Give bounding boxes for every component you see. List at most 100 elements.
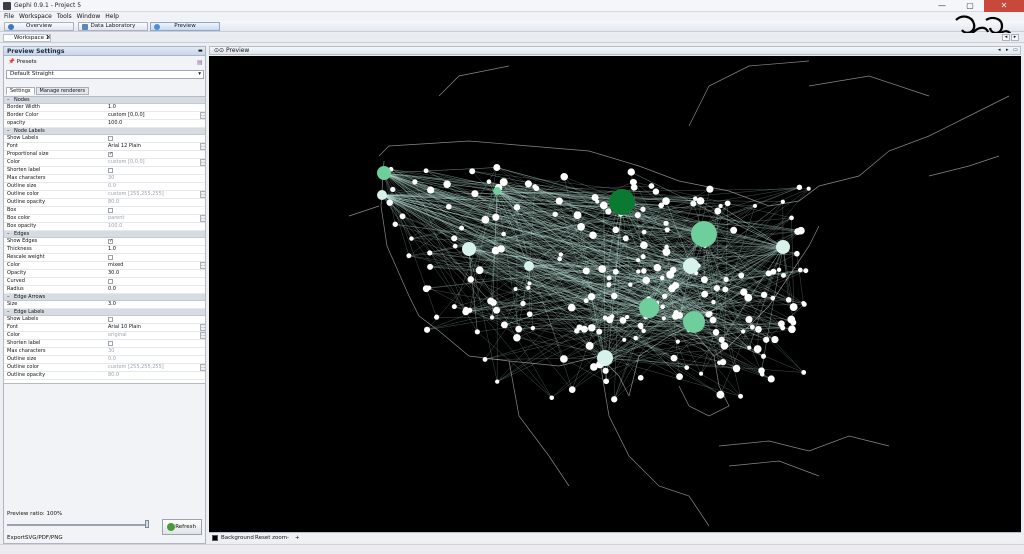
property-value[interactable]: 100.0 (108, 120, 202, 127)
property-value[interactable]: 30.0 (108, 270, 202, 277)
preview-next-icon[interactable]: ▸ (1006, 47, 1009, 53)
refresh-button[interactable]: Refresh (162, 519, 202, 535)
property-editor-button[interactable]: … (200, 191, 205, 198)
property-editor-button[interactable]: … (200, 215, 205, 222)
export-formats-link[interactable]: SVG/PDF/PNG (25, 535, 63, 541)
preview-ratio-slider-thumb[interactable] (145, 520, 149, 528)
preview-prev-icon[interactable]: ◂ (998, 47, 1001, 53)
property-row[interactable]: Curved (4, 278, 205, 286)
property-row[interactable]: Border Color custom [0,0,0]… (4, 112, 205, 120)
tab-overview[interactable]: Overview (4, 22, 74, 31)
property-editor-button[interactable]: … (200, 159, 205, 166)
property-value[interactable]: 0.0 (108, 356, 202, 363)
property-editor-button[interactable]: … (200, 262, 205, 269)
property-row[interactable]: opacity 100.0 (4, 120, 205, 128)
close-button[interactable]: ✕ (984, 0, 1024, 12)
property-row[interactable]: Outline opacity 80.0 (4, 199, 205, 207)
menu-tools[interactable]: Tools (57, 12, 72, 21)
property-checkbox[interactable] (108, 341, 113, 346)
preview-canvas[interactable] (209, 56, 1021, 532)
preset-select[interactable]: Default Straight ▾ (6, 70, 204, 79)
property-value[interactable]: mixed (108, 262, 202, 269)
workspace-next-button[interactable]: ▸ (1011, 34, 1019, 41)
property-value[interactable]: 0.0 (108, 183, 202, 190)
property-row[interactable]: Size 3.0 (4, 301, 205, 309)
maximize-button[interactable]: ▢ (956, 0, 984, 12)
property-row[interactable]: Outline size 0.0 (4, 183, 205, 191)
property-row[interactable]: Opacity 30.0 (4, 270, 205, 278)
tab-settings[interactable]: Settings (6, 87, 35, 95)
presets-row[interactable]: 📌 Presets (8, 59, 37, 65)
tab-data-laboratory[interactable]: Data Laboratory (78, 22, 148, 31)
property-row[interactable]: Show Labels (4, 135, 205, 143)
property-value[interactable]: Arial 10 Plain (108, 324, 202, 331)
tab-preview-window[interactable]: ⊙⊙ Preview (211, 47, 249, 55)
property-value[interactable]: Arial 12 Plain (108, 143, 202, 150)
property-row[interactable]: Radius 0.0 (4, 286, 205, 294)
tab-manage-renderers[interactable]: Manage renderers (35, 87, 90, 95)
property-row[interactable]: Shorten label (4, 340, 205, 348)
property-row[interactable]: Max characters 30 (4, 175, 205, 183)
property-row[interactable]: Color custom [0,0,0]… (4, 159, 205, 167)
property-value[interactable]: 100.0 (108, 223, 202, 230)
workspace-prev-button[interactable]: ◂ (1002, 34, 1010, 41)
menu-window[interactable]: Window (77, 12, 101, 21)
property-value[interactable]: 3.0 (108, 301, 202, 308)
property-category[interactable]: Nodes (4, 97, 205, 104)
tab-preview[interactable]: Preview (150, 22, 220, 31)
property-row[interactable]: Thickness 1.0 (4, 246, 205, 254)
panel-minimize-icon[interactable]: ▬ (198, 48, 203, 54)
property-row[interactable]: Rescale weight (4, 254, 205, 262)
preview-ratio-slider[interactable] (7, 524, 149, 526)
property-checkbox[interactable] (108, 151, 113, 158)
property-row[interactable]: Proportional size (4, 151, 205, 159)
property-value[interactable]: 30 (108, 348, 202, 355)
property-row[interactable]: Outline opacity 80.0 (4, 372, 205, 380)
property-value[interactable]: custom [255,255,255] (108, 191, 202, 198)
property-value[interactable]: original (108, 332, 202, 339)
property-row[interactable]: Show Edges (4, 238, 205, 246)
property-editor-button[interactable]: … (200, 364, 205, 371)
property-checkbox[interactable] (108, 238, 113, 245)
property-value[interactable]: 1.0 (108, 104, 202, 111)
property-value[interactable]: 80.0 (108, 199, 202, 206)
property-row[interactable]: Box (4, 207, 205, 215)
property-category[interactable]: Edges (4, 231, 205, 238)
property-checkbox[interactable] (108, 317, 113, 322)
property-row[interactable]: Color original… (4, 332, 205, 340)
property-value[interactable]: 1.0 (108, 246, 202, 253)
property-category[interactable]: Edge Arrows (4, 294, 205, 301)
menu-file[interactable]: File (4, 12, 14, 21)
property-value[interactable]: 80.0 (108, 372, 202, 379)
property-checkbox[interactable] (108, 168, 113, 173)
property-value[interactable]: custom [0,0,0] (108, 112, 202, 119)
property-row[interactable]: Shorten label (4, 167, 205, 175)
menu-workspace[interactable]: Workspace (19, 12, 52, 21)
preview-maximize-icon[interactable]: ▭ (1013, 47, 1018, 53)
property-row[interactable]: Outline color custom [255,255,255]… (4, 191, 205, 199)
background-color-swatch[interactable] (212, 535, 218, 541)
property-row[interactable]: Color mixed… (4, 262, 205, 270)
property-checkbox[interactable] (108, 279, 113, 284)
property-category[interactable]: Node Labels (4, 128, 205, 135)
property-value[interactable]: parent (108, 215, 202, 222)
property-row[interactable]: Outline size 0.0 (4, 356, 205, 364)
property-editor-button[interactable]: … (200, 143, 205, 150)
reset-zoom-button[interactable]: Reset zoom (255, 534, 287, 542)
property-editor-button[interactable]: … (200, 332, 205, 339)
property-editor-button[interactable]: … (200, 112, 205, 119)
property-checkbox[interactable] (108, 208, 113, 213)
property-value[interactable]: custom [0,0,0] (108, 159, 202, 166)
presets-menu-icon[interactable]: ▤ (197, 59, 203, 66)
property-row[interactable]: Box color parent… (4, 215, 205, 223)
property-row[interactable]: Border Width 1.0 (4, 104, 205, 112)
property-checkbox[interactable] (108, 255, 113, 260)
zoom-in-button[interactable]: + (295, 534, 300, 542)
property-value[interactable]: 0.0 (108, 286, 202, 293)
property-value[interactable]: custom [255,255,255] (108, 364, 202, 371)
property-row[interactable]: Font Arial 10 Plain… (4, 324, 205, 332)
property-row[interactable]: Max characters 30 (4, 348, 205, 356)
menu-help[interactable]: Help (105, 12, 119, 21)
workspace-close-icon[interactable]: ✕ (46, 34, 51, 41)
property-row[interactable]: Outline color custom [255,255,255]… (4, 364, 205, 372)
